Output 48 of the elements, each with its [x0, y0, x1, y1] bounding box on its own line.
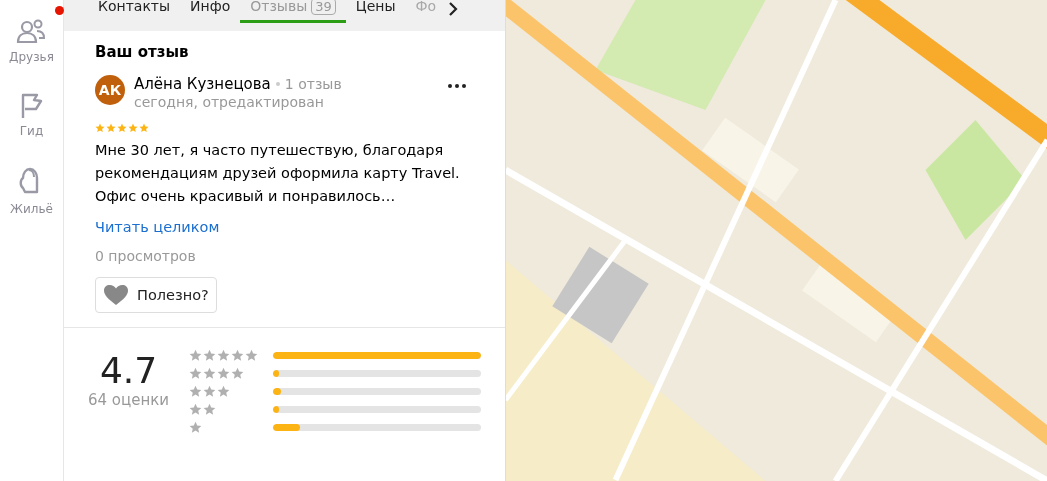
star-icon [231, 367, 245, 380]
star-icon [189, 421, 203, 434]
rating-count: 64 оценки [88, 391, 170, 409]
star-icon [203, 367, 217, 380]
star-icon [189, 349, 203, 362]
star-icon [139, 123, 149, 133]
more-icon[interactable] [447, 83, 467, 89]
review-text: Мне 30 лет, я часто путешествую, благодаря рекомендациям друзей оформила карту Travel. Офис очень красивый и понравилось… [95, 141, 461, 206]
tab-label: Цены [355, 0, 396, 14]
star-icon [217, 367, 231, 380]
tab[interactable]: Инфо [180, 0, 241, 23]
tab[interactable]: Контакты [88, 0, 181, 23]
star-icon [217, 385, 231, 398]
tab[interactable]: Цены [345, 0, 406, 23]
count-badge: 39 [311, 0, 336, 15]
star-icon [128, 123, 138, 133]
rating-score: 4.7 [99, 350, 158, 391]
star-icon [245, 349, 259, 362]
avatar[interactable]: АК [95, 75, 125, 105]
star-icon [203, 349, 217, 362]
people-icon [16, 18, 47, 46]
nav-item[interactable]: Друзья [9, 18, 54, 64]
star-icon [203, 403, 217, 416]
star-icon [203, 385, 217, 398]
nav-item[interactable]: Гид [18, 92, 45, 138]
separator-dot [275, 82, 280, 86]
star-icon [117, 123, 127, 133]
chevron-right-icon[interactable] [448, 2, 459, 16]
section-title: Ваш отзыв [95, 43, 190, 61]
tab-label: Инфо [190, 0, 231, 14]
star-icon [217, 349, 231, 362]
star-icon [106, 123, 116, 133]
tab-label: Отзывы [250, 0, 308, 14]
review-date: сегодня, отредактирован [134, 94, 325, 110]
helpful-button[interactable]: Полезно? [95, 277, 217, 313]
star-icon [189, 385, 203, 398]
nav-item[interactable]: Жильё [10, 166, 53, 216]
review-count: 1 отзыв [284, 76, 342, 92]
author-name[interactable]: Алёна Кузнецова [134, 75, 271, 93]
star-icon [231, 349, 245, 362]
tab-label: Контакты [98, 0, 171, 14]
star-icon [95, 123, 105, 133]
star-icon [189, 403, 203, 416]
star-icon [189, 367, 203, 380]
read-more-link[interactable]: Читать целиком [95, 219, 220, 235]
view-count: 0 просмотров [95, 248, 197, 264]
heart-icon [103, 284, 129, 306]
tab-label: Фо [415, 0, 437, 14]
